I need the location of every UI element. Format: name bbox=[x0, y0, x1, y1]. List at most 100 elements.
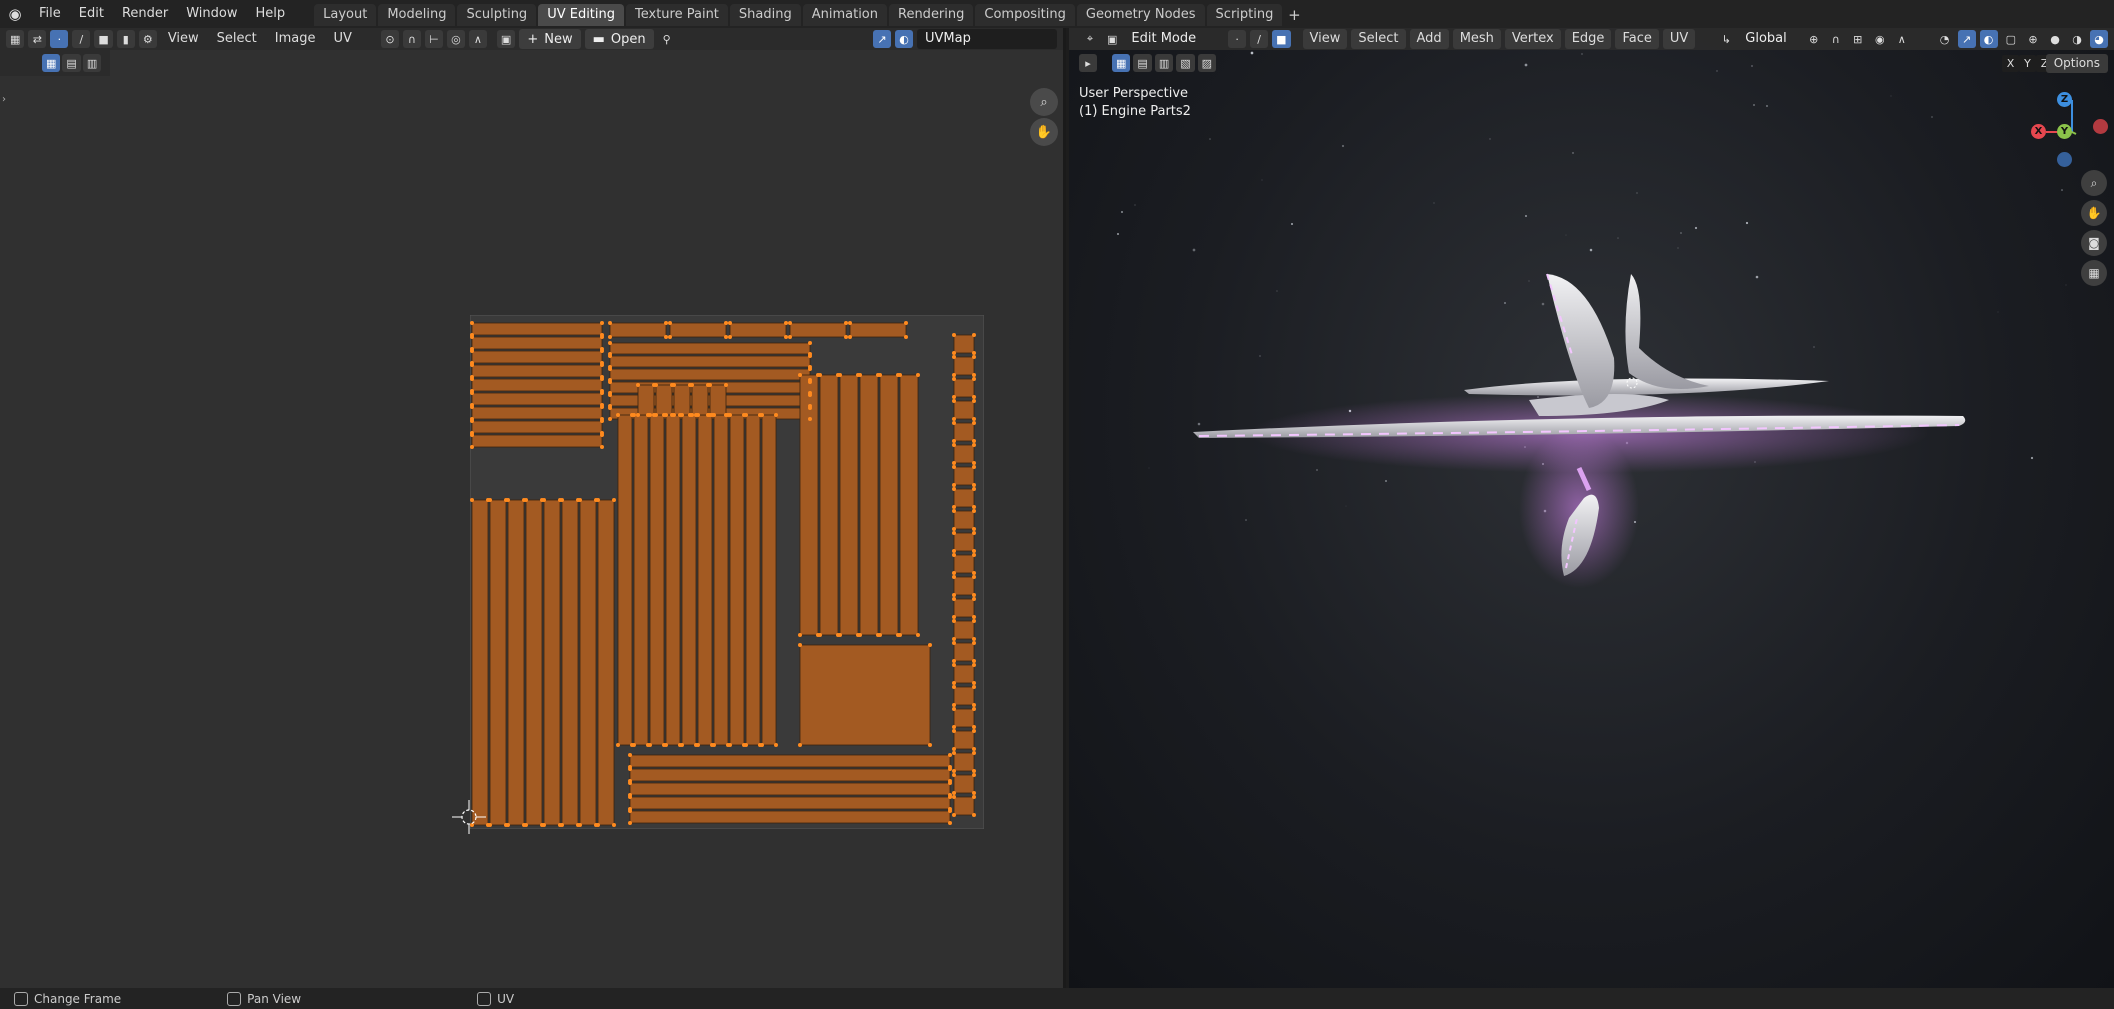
vp-menu-uv[interactable]: UV bbox=[1662, 29, 1696, 49]
zoom-icon[interactable]: ⌕ bbox=[2081, 170, 2107, 196]
pivot-icon[interactable]: ⊕ bbox=[1805, 30, 1823, 48]
tab-layout[interactable]: Layout bbox=[314, 4, 377, 26]
wireframe-shading-icon[interactable]: ⊕ bbox=[2024, 30, 2042, 48]
select-intersect-icon[interactable]: ▨ bbox=[1197, 54, 1217, 72]
falloff-icon[interactable]: ∧ bbox=[1893, 30, 1911, 48]
falloff-icon[interactable]: ∧ bbox=[468, 30, 487, 48]
orientation-selector[interactable]: Global bbox=[1739, 29, 1800, 49]
select-subtract-icon[interactable]: ▥ bbox=[1154, 54, 1174, 72]
snap-icon[interactable]: ∩ bbox=[1827, 30, 1845, 48]
uv-menu-view[interactable]: View bbox=[161, 28, 206, 50]
uv-menu-image[interactable]: Image bbox=[268, 28, 323, 50]
vp-menu-edge[interactable]: Edge bbox=[1564, 29, 1612, 49]
rendered-shading-icon[interactable]: ◕ bbox=[2090, 30, 2108, 48]
pivot-point-icon[interactable]: ⊙ bbox=[380, 30, 399, 48]
vp-menu-face[interactable]: Face bbox=[1615, 29, 1659, 49]
engine-parts-model[interactable] bbox=[1069, 28, 2114, 988]
uv-menu-uv[interactable]: UV bbox=[327, 28, 359, 50]
overlay-toggle-icon[interactable]: ◐ bbox=[895, 30, 913, 48]
select-box-icon[interactable]: ▦ bbox=[42, 54, 61, 72]
select-extend-icon[interactable]: ▤ bbox=[62, 54, 81, 72]
tab-scripting[interactable]: Scripting bbox=[1206, 4, 1283, 26]
menu-render[interactable]: Render bbox=[113, 3, 177, 25]
uv-menu-select[interactable]: Select bbox=[210, 28, 264, 50]
tab-shading[interactable]: Shading bbox=[729, 4, 801, 26]
new-image-label: New bbox=[544, 31, 573, 47]
select-subtract-icon[interactable]: ▥ bbox=[82, 54, 102, 72]
island-select-icon[interactable]: ▮ bbox=[116, 30, 135, 48]
select-invert-icon[interactable]: ▧ bbox=[1176, 54, 1195, 72]
tab-modeling[interactable]: Modeling bbox=[378, 4, 456, 26]
sync-selection-icon[interactable]: ⇄ bbox=[28, 30, 47, 48]
blender-logo-icon[interactable]: ◉ bbox=[4, 3, 26, 25]
uv-layout[interactable] bbox=[470, 315, 984, 829]
vp-menu-add[interactable]: Add bbox=[1409, 29, 1449, 49]
tab-compositing[interactable]: Compositing bbox=[975, 4, 1075, 26]
new-image-button[interactable]: + New bbox=[519, 29, 581, 49]
menu-help[interactable]: Help bbox=[247, 3, 295, 25]
xray-icon[interactable]: ▢ bbox=[2002, 30, 2020, 48]
vp-menu-select[interactable]: Select bbox=[1351, 29, 1406, 49]
menu-file[interactable]: File bbox=[30, 3, 70, 25]
pan-hand-icon[interactable]: ✋ bbox=[2081, 200, 2107, 226]
gizmo-toggle-icon[interactable]: ↗ bbox=[873, 30, 891, 48]
gizmo-x[interactable]: X bbox=[2031, 124, 2046, 139]
sticky-select-icon[interactable]: ⚙ bbox=[138, 30, 157, 48]
edge-mode-icon[interactable]: / bbox=[1250, 30, 1269, 48]
tab-rendering[interactable]: Rendering bbox=[889, 4, 974, 26]
toolbar-toggle-icon[interactable]: ▸ bbox=[1079, 54, 1097, 72]
options-button[interactable]: Options bbox=[2045, 54, 2108, 73]
sidebar-toggle-icon[interactable]: › bbox=[2, 94, 6, 105]
uv-editor[interactable]: ▦ ⇄ · / ■ ▮ ⚙ View Select Image UV ⊙ ∩ ⊢… bbox=[0, 28, 1066, 988]
camera-view-icon[interactable]: ◙ bbox=[2081, 230, 2107, 256]
vertex-select-icon[interactable]: · bbox=[50, 30, 69, 48]
tab-uv-editing[interactable]: UV Editing bbox=[538, 4, 625, 26]
mirror-y-toggle[interactable]: Y bbox=[2019, 55, 2036, 72]
gizmo-y[interactable]: Y bbox=[2057, 124, 2072, 139]
proportional-edit-icon[interactable]: ◎ bbox=[446, 30, 465, 48]
snap-target-icon[interactable]: ⊢ bbox=[424, 30, 443, 48]
open-image-button[interactable]: ▬ Open bbox=[584, 29, 654, 49]
tab-animation[interactable]: Animation bbox=[802, 4, 887, 26]
edge-select-icon[interactable]: / bbox=[72, 30, 91, 48]
2d-cursor-icon[interactable] bbox=[452, 800, 486, 834]
add-workspace-button[interactable]: + bbox=[1284, 4, 1304, 26]
vp-menu-view[interactable]: View bbox=[1302, 29, 1348, 49]
pin-icon[interactable]: ⚲ bbox=[658, 30, 676, 48]
tab-sculpting[interactable]: Sculpting bbox=[457, 4, 537, 26]
vp-menu-mesh[interactable]: Mesh bbox=[1452, 29, 1501, 49]
vp-tool-row: ▸ ▦ ▤ ▥ ▧ ▨ bbox=[1079, 54, 1217, 72]
gizmo-neg-x[interactable] bbox=[2093, 119, 2108, 134]
perspective-toggle-icon[interactable]: ▦ bbox=[2081, 260, 2107, 286]
gizmo-toggle-icon[interactable]: ↗ bbox=[1957, 30, 1976, 48]
uvmap-field[interactable]: UVMap bbox=[917, 29, 1057, 49]
editor-type-icon[interactable]: ▦ bbox=[6, 30, 25, 48]
visibility-icon[interactable]: ◔ bbox=[1936, 30, 1954, 48]
menu-edit[interactable]: Edit bbox=[70, 3, 113, 25]
zoom-icon[interactable]: ⌕ bbox=[1030, 88, 1058, 116]
snap-target-icon[interactable]: ⊞ bbox=[1849, 30, 1867, 48]
gizmo-neg-z[interactable] bbox=[2057, 152, 2072, 167]
pan-hand-icon[interactable]: ✋ bbox=[1030, 118, 1058, 146]
material-shading-icon[interactable]: ◑ bbox=[2068, 30, 2086, 48]
select-extend-icon[interactable]: ▤ bbox=[1133, 54, 1152, 72]
proportional-edit-icon[interactable]: ◉ bbox=[1871, 30, 1889, 48]
gizmo-z[interactable]: Z bbox=[2057, 92, 2072, 107]
select-new-icon[interactable]: ▦ bbox=[1112, 54, 1131, 72]
face-select-icon[interactable]: ■ bbox=[94, 30, 113, 48]
menu-window[interactable]: Window bbox=[177, 3, 246, 25]
tab-geometry-nodes[interactable]: Geometry Nodes bbox=[1076, 4, 1205, 26]
editor-type-icon[interactable]: ⌖ bbox=[1081, 30, 1099, 48]
image-browse-icon[interactable]: ▣ bbox=[496, 30, 516, 48]
status-uv: UV bbox=[497, 991, 515, 1006]
mirror-x-toggle[interactable]: X bbox=[2002, 55, 2019, 72]
face-mode-icon[interactable]: ■ bbox=[1272, 30, 1291, 48]
overlay-toggle-icon[interactable]: ◐ bbox=[1979, 30, 1998, 48]
mode-selector[interactable]: Edit Mode bbox=[1125, 29, 1224, 49]
tab-texture-paint[interactable]: Texture Paint bbox=[626, 4, 728, 26]
solid-shading-icon[interactable]: ● bbox=[2046, 30, 2064, 48]
snap-icon[interactable]: ∩ bbox=[402, 30, 421, 48]
vertex-mode-icon[interactable]: · bbox=[1228, 30, 1247, 48]
vp-menu-vertex[interactable]: Vertex bbox=[1504, 29, 1561, 49]
3d-viewport[interactable]: ⌖ ▣ Edit Mode · / ■ View Select Add Mesh… bbox=[1069, 28, 2114, 988]
